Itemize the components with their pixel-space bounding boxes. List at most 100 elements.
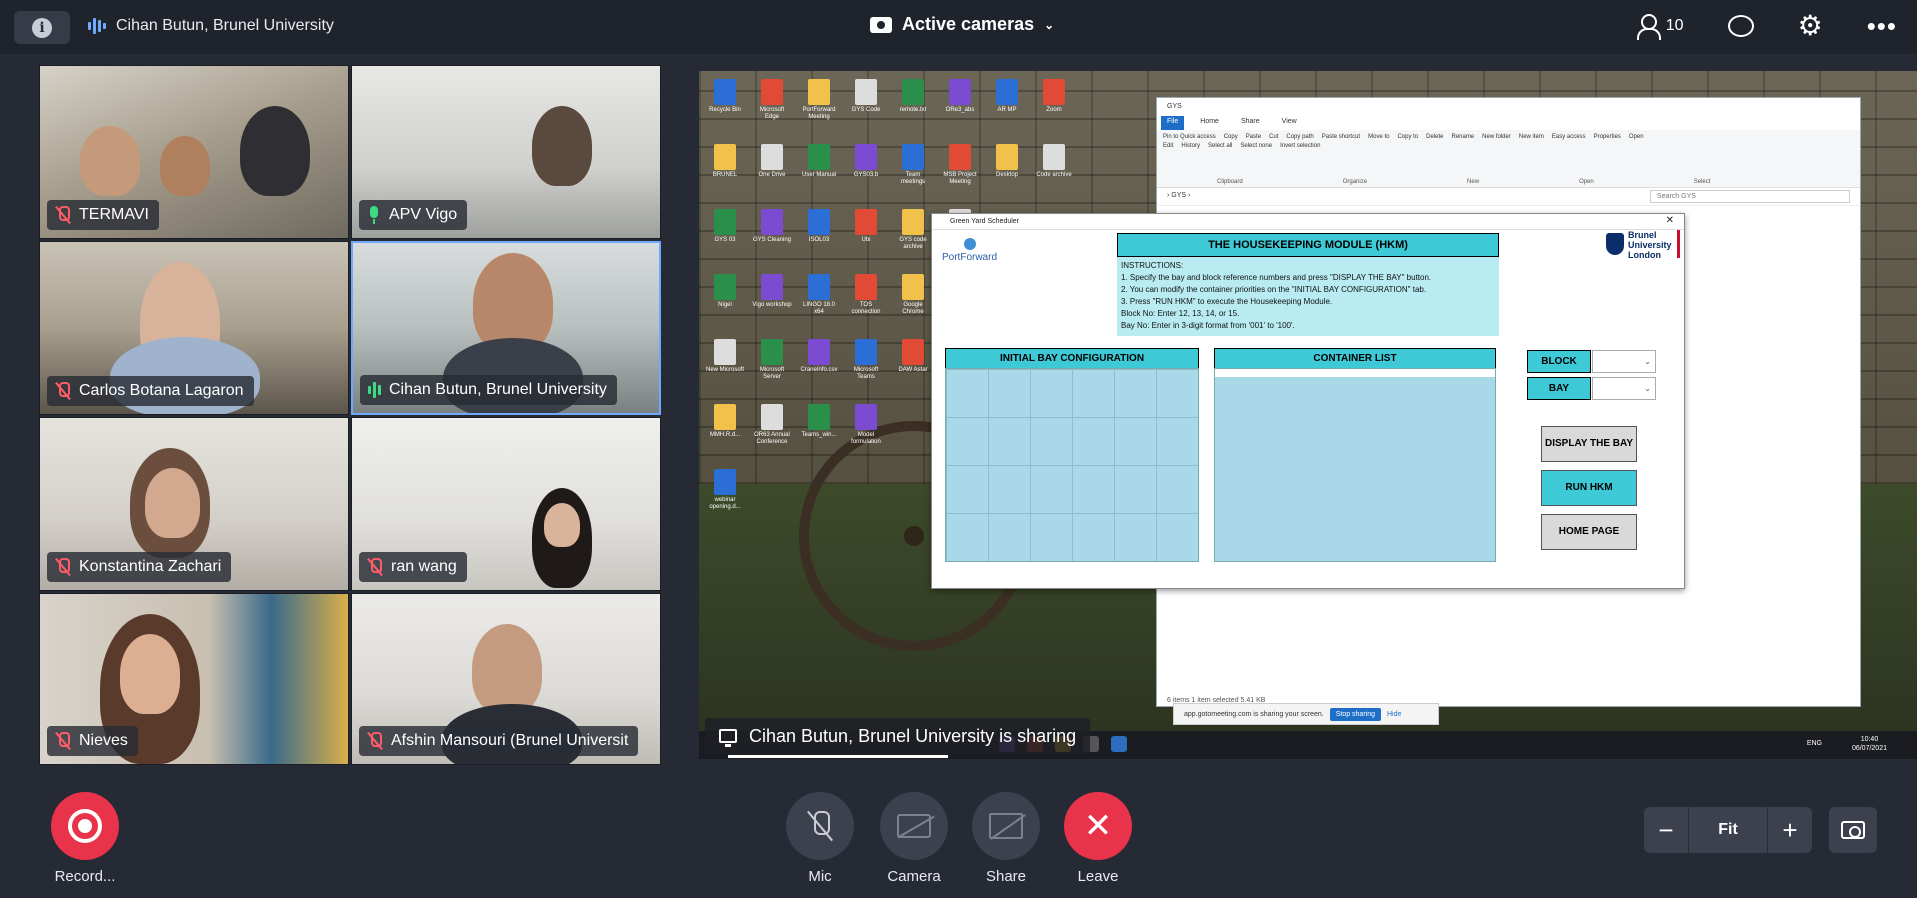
desktop-icon[interactable]: GYS03.b (846, 144, 886, 179)
desktop-icon[interactable]: AR MP (987, 79, 1027, 114)
desktop-icon[interactable]: One Drive (752, 144, 792, 179)
zoom-fit-button[interactable]: Fit (1688, 807, 1768, 853)
desktop-icon[interactable]: Microsoft Edge (752, 79, 792, 121)
desktop-icon[interactable]: Zoom (1034, 79, 1074, 114)
desktop-icon[interactable]: webinar opening.d... (705, 469, 745, 511)
ribbon-item[interactable]: Edit (1163, 143, 1173, 149)
mic-control[interactable]: Mic (786, 792, 854, 885)
desktop-icon[interactable]: Team meetings (893, 144, 933, 186)
ribbon-item[interactable]: Cut (1269, 134, 1278, 140)
share-control[interactable]: Share (972, 792, 1040, 885)
zoom-in-button[interactable]: + (1768, 807, 1812, 853)
desktop-icon[interactable]: GYS Code (846, 79, 886, 114)
video-tile-apv-vigo[interactable]: APV Vigo (351, 65, 661, 239)
camera-control[interactable]: Camera (880, 792, 948, 885)
container-list-tab[interactable]: CONTAINER LIST (1214, 348, 1496, 369)
record-control[interactable]: Record... (48, 792, 122, 885)
container-list[interactable] (1214, 368, 1496, 562)
mic-button[interactable] (786, 792, 854, 860)
desktop-icon[interactable]: User Manual (799, 144, 839, 179)
explorer-address-bar[interactable]: › GYS › Search GYS (1157, 188, 1860, 206)
desktop-icon[interactable]: Google Chrome (893, 274, 933, 316)
block-dropdown[interactable]: ⌄ (1592, 350, 1656, 373)
close-icon[interactable]: ✕ (1666, 215, 1674, 226)
ribbon-item[interactable]: New item (1519, 134, 1544, 140)
video-tile-konstantina-zachari[interactable]: Konstantina Zachari (39, 417, 349, 591)
view-selector[interactable]: Active cameras ⌄ (870, 14, 1054, 35)
ribbon-item[interactable]: History (1181, 143, 1200, 149)
run-hkm-button[interactable]: RUN HKM (1541, 470, 1637, 506)
desktop-icon[interactable]: New Microsoft (705, 339, 745, 374)
video-tile-termavi[interactable]: TERMAVI (39, 65, 349, 239)
camera-button[interactable] (880, 792, 948, 860)
video-tile-carlos-botana-lagaron[interactable]: Carlos Botana Lagaron (39, 241, 349, 415)
stop-sharing-button[interactable]: Stop sharing (1329, 707, 1381, 721)
menu-home[interactable]: Home (1194, 116, 1225, 130)
ribbon-item[interactable]: Rename (1451, 134, 1474, 140)
screenshot-button[interactable] (1829, 807, 1877, 853)
desktop-icon[interactable]: GYS 03 (705, 209, 745, 244)
share-button[interactable] (972, 792, 1040, 860)
desktop-icon[interactable]: Code archive (1034, 144, 1074, 179)
explorer-icon[interactable] (1111, 736, 1127, 752)
video-tile-ran-wang[interactable]: ran wang (351, 417, 661, 591)
desktop-icon[interactable]: DAW Astar (893, 339, 933, 374)
desktop-icon[interactable]: Ubi (846, 209, 886, 244)
desktop-icon[interactable]: ORe3_abs (940, 79, 980, 114)
desktop-icon[interactable]: PortForward Meeting (799, 79, 839, 121)
ribbon-item[interactable]: Delete (1426, 134, 1443, 140)
ribbon-item[interactable]: Pin to Quick access (1163, 134, 1216, 140)
video-tile-afshin-mansouri[interactable]: Afshin Mansouri (Brunel Universit (351, 593, 661, 765)
green-yard-scheduler-window[interactable]: Green Yard Scheduler ✕ PortForward Brune… (931, 213, 1685, 589)
desktop-icon[interactable]: GYS code archive (893, 209, 933, 251)
ribbon-item[interactable]: Move to (1368, 134, 1389, 140)
desktop-icon[interactable]: Model formulation (846, 404, 886, 446)
desktop-icon[interactable]: remote.txt (893, 79, 933, 114)
hide-button[interactable]: Hide (1387, 711, 1401, 718)
ribbon-item[interactable]: Select none (1240, 143, 1272, 149)
more-options-icon[interactable]: ••• (1867, 13, 1897, 39)
info-button[interactable]: i (14, 11, 70, 44)
desktop-icon[interactable]: TOS connection (846, 274, 886, 316)
desktop-icon[interactable]: BRUNEL (705, 144, 745, 179)
menu-file[interactable]: File (1161, 116, 1185, 130)
desktop-icon[interactable]: ISOL03 (799, 209, 839, 244)
ribbon-item[interactable]: New folder (1482, 134, 1511, 140)
ribbon-item[interactable]: Select all (1208, 143, 1232, 149)
home-page-button[interactable]: HOME PAGE (1541, 514, 1637, 550)
ribbon-item[interactable]: Paste shortcut (1322, 134, 1360, 140)
leave-control[interactable]: ✕ Leave (1064, 792, 1132, 885)
desktop-icon[interactable]: LINGO 18.0 x64 (799, 274, 839, 316)
explorer-search[interactable]: Search GYS (1650, 190, 1850, 203)
desktop-icon[interactable]: OR63 Annual Conference (752, 404, 792, 446)
desktop-icon[interactable]: Recycle Bin (705, 79, 745, 114)
desktop-icon[interactable]: Teams_win... (799, 404, 839, 439)
ribbon-item[interactable]: Copy to (1397, 134, 1418, 140)
zoom-out-button[interactable]: − (1644, 807, 1688, 853)
display-bay-button[interactable]: DISPLAY THE BAY (1541, 426, 1637, 462)
chat-icon[interactable] (1727, 15, 1754, 37)
desktop-icon[interactable]: Nigel (705, 274, 745, 309)
desktop-icon[interactable]: MSB Project Meeting (940, 144, 980, 186)
desktop-icon[interactable]: GYS Cleaning (752, 209, 792, 244)
desktop-icon[interactable]: MMH.R.d... (705, 404, 745, 439)
desktop-icon[interactable]: Microsoft Server (752, 339, 792, 381)
ribbon-item[interactable]: Copy (1224, 134, 1238, 140)
desktop-icon[interactable]: Microsoft Teams (846, 339, 886, 381)
bay-dropdown[interactable]: ⌄ (1592, 377, 1656, 400)
menu-view[interactable]: View (1276, 116, 1303, 130)
record-button[interactable] (51, 792, 119, 860)
ribbon-item[interactable]: Easy access (1552, 134, 1586, 140)
leave-button[interactable]: ✕ (1064, 792, 1132, 860)
initial-bay-grid[interactable] (945, 368, 1199, 562)
video-tile-nieves[interactable]: Nieves (39, 593, 349, 765)
ribbon-item[interactable]: Copy path (1286, 134, 1313, 140)
video-tile-cihan-butun[interactable]: Cihan Butun, Brunel University (351, 241, 661, 415)
participants-button[interactable]: 10 (1636, 14, 1684, 40)
shared-screen[interactable]: Recycle Bin Microsoft Edge PortForward Mee… (699, 71, 1917, 759)
desktop-icon[interactable]: Vigo workshop (752, 274, 792, 309)
ribbon-item[interactable]: Open (1629, 134, 1644, 140)
menu-share[interactable]: Share (1235, 116, 1266, 130)
desktop-icon[interactable]: CraneInfo.csv (799, 339, 839, 374)
ribbon-item[interactable]: Invert selection (1280, 143, 1320, 149)
